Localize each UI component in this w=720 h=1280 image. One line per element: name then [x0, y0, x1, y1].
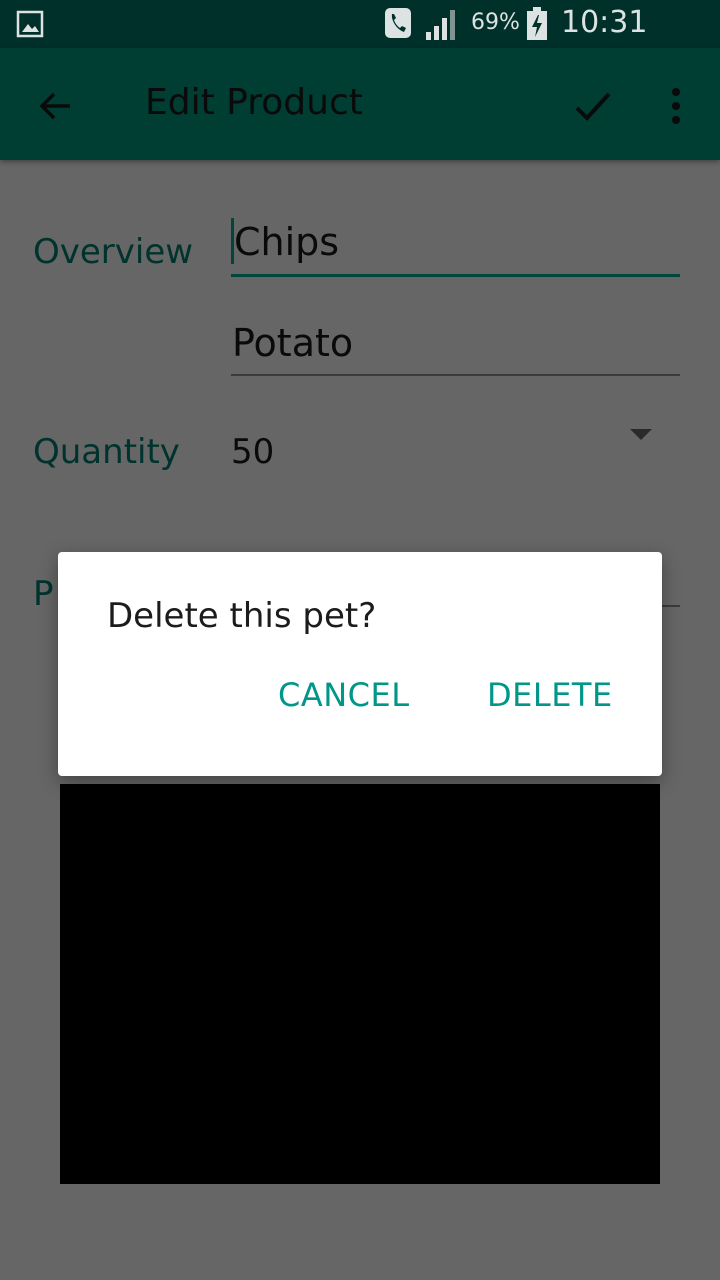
phone-call-icon — [385, 8, 411, 38]
cancel-button[interactable]: CANCEL — [278, 676, 410, 714]
delete-button[interactable]: DELETE — [487, 676, 613, 714]
battery-charging-icon — [527, 7, 547, 40]
overview-label: Overview — [33, 232, 194, 272]
product-description-field[interactable]: Potato — [231, 318, 680, 376]
check-icon[interactable] — [571, 84, 615, 128]
price-label: P — [33, 574, 54, 614]
battery-percent: 69% — [471, 10, 520, 35]
delete-confirmation-dialog: Delete this pet? CANCEL DELETE — [58, 552, 662, 776]
quantity-label: Quantity — [33, 432, 180, 472]
product-name-value: Chips — [234, 220, 340, 264]
signal-icon — [426, 10, 455, 40]
back-arrow-icon[interactable] — [34, 84, 78, 128]
product-name-field[interactable]: Chips — [231, 216, 680, 277]
dropdown-arrow-icon[interactable] — [630, 429, 652, 441]
gallery-icon — [16, 10, 44, 38]
app-toolbar: Edit Product — [0, 48, 720, 160]
dialog-message: Delete this pet? — [107, 596, 377, 636]
status-bar: 69% 10:31 p.m. — [0, 0, 720, 75]
more-vert-icon[interactable] — [660, 84, 692, 128]
page-title: Edit Product — [145, 82, 363, 123]
quantity-spinner-value[interactable]: 50 — [231, 432, 274, 472]
product-description-value: Potato — [232, 321, 354, 365]
product-image — [60, 784, 660, 1184]
